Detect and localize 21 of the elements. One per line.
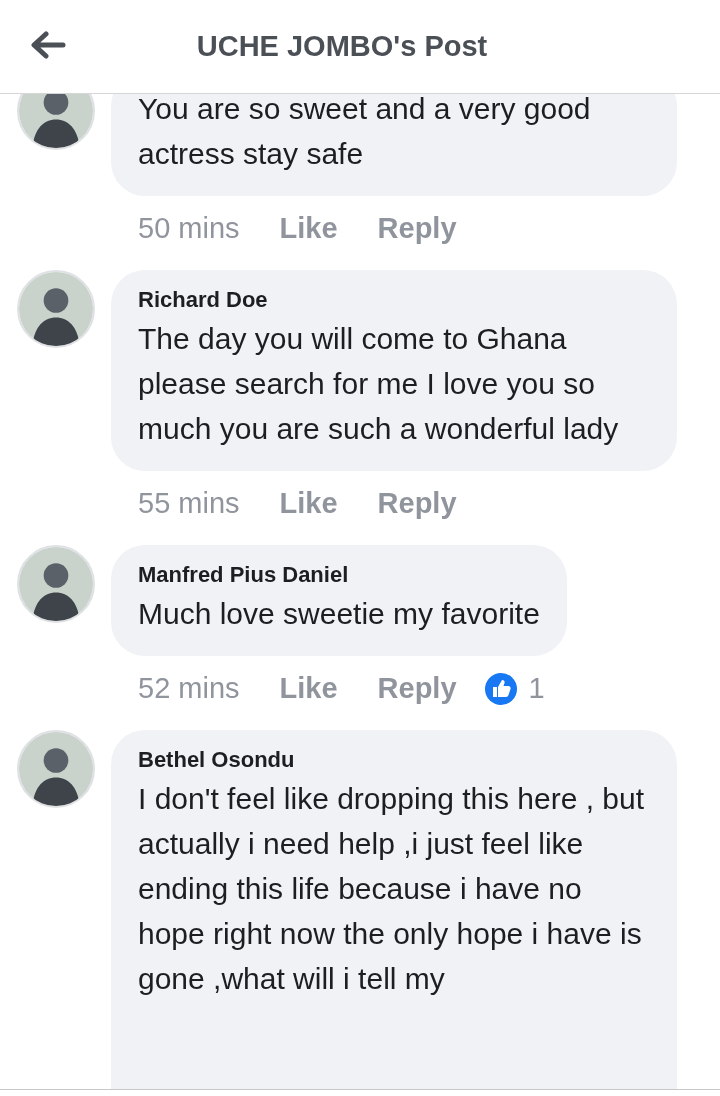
comment-text: Much love sweetie my favorite: [138, 596, 540, 632]
like-reaction-icon: [484, 672, 517, 705]
comment-time: 55 mins: [138, 487, 240, 520]
like-link[interactable]: Like: [279, 212, 338, 245]
comment-text: The day you will come to Ghana please search for me I love you so much you are such a wonderful lady: [138, 321, 620, 447]
reply-link[interactable]: Reply: [377, 487, 457, 520]
author-name[interactable]: Manfred Pius Daniel: [138, 559, 540, 591]
reply-link[interactable]: Reply: [377, 212, 457, 245]
reaction-count: 1: [528, 672, 545, 705]
reply-link[interactable]: Reply: [377, 672, 457, 705]
comment-time: 50 mins: [138, 212, 240, 245]
comment-text: You are so sweet and a very good actress stay safe: [138, 94, 592, 172]
page-title: UCHE JOMBO's Post: [196, 30, 488, 63]
like-link[interactable]: Like: [279, 672, 338, 705]
like-link[interactable]: Like: [279, 487, 338, 520]
author-name[interactable]: Bethel Osondu: [138, 744, 650, 776]
back-arrow-icon[interactable]: [30, 31, 66, 59]
comment-text: I don't feel like dropping this here , but actually i need help ,i just feel like ending this life because i have no hope right now the only hope i have is gone ,what will i tell my: [138, 781, 646, 997]
author-name[interactable]: Richard Doe: [138, 284, 650, 316]
avatar[interactable]: [17, 94, 95, 150]
comment-time: 52 mins: [138, 672, 240, 705]
